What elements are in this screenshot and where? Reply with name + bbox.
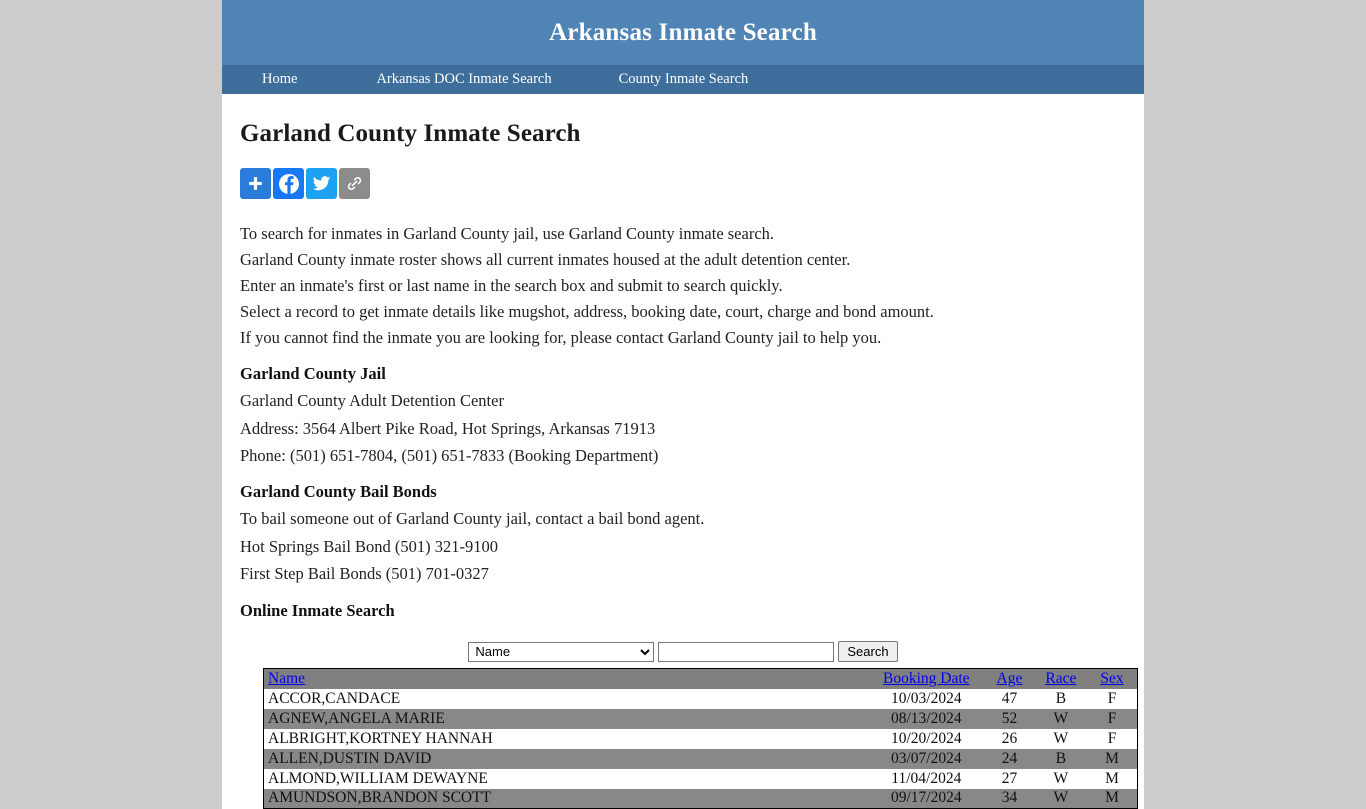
intro-paragraphs: To search for inmates in Garland County … <box>240 221 1126 351</box>
column-header-name[interactable]: Name <box>263 668 869 689</box>
share-addthis-button[interactable] <box>240 168 271 199</box>
cell-sex: M <box>1087 768 1138 789</box>
table-row[interactable]: AMUNDSON,BRANDON SCOTT 09/17/2024 34 W M <box>263 788 1138 809</box>
table-row[interactable]: AGNEW,ANGELA MARIE 08/13/2024 52 W F <box>263 708 1138 729</box>
main-navigation: Home Arkansas DOC Inmate Search County I… <box>222 65 1144 94</box>
jail-phone: Phone: (501) 651-7804, (501) 651-7833 (B… <box>240 446 659 465</box>
online-search-section: Online Inmate Search Name Search <box>240 598 1126 662</box>
share-twitter-button[interactable] <box>306 168 337 199</box>
search-type-select[interactable]: Name <box>468 641 655 662</box>
roster-table-wrapper: Name Booking Date Age Race Sex ACCOR,CAN… <box>240 668 1138 809</box>
intro-line-4: Select a record to get inmate details li… <box>240 302 934 321</box>
bail-intro: To bail someone out of Garland County ja… <box>240 509 705 528</box>
sort-link-sex[interactable]: Sex <box>1100 670 1123 687</box>
nav-item-home[interactable]: Home <box>262 65 297 94</box>
cell-race: W <box>1034 728 1088 749</box>
inmate-roster-table: Name Booking Date Age Race Sex ACCOR,CAN… <box>263 668 1138 809</box>
share-copy-link-button[interactable] <box>339 168 370 199</box>
jail-info-section: Garland County Jail Garland County Adult… <box>240 361 1126 469</box>
intro-line-5: If you cannot find the inmate you are lo… <box>240 328 882 347</box>
bail-bonds-section: Garland County Bail Bonds To bail someon… <box>240 479 1126 587</box>
table-row[interactable]: ACCOR,CANDACE 10/03/2024 47 B F <box>263 688 1138 709</box>
cell-name[interactable]: ALMOND,WILLIAM DEWAYNE <box>263 768 869 789</box>
cell-race: W <box>1034 788 1088 809</box>
page-container: Arkansas Inmate Search Home Arkansas DOC… <box>222 0 1144 809</box>
nav-item-county-inmate-search[interactable]: County Inmate Search <box>619 65 749 94</box>
cell-name[interactable]: ALLEN,DUSTIN DAVID <box>263 748 869 769</box>
share-facebook-button[interactable] <box>273 168 304 199</box>
intro-line-2: Garland County inmate roster shows all c… <box>240 250 851 269</box>
sort-link-booking-date[interactable]: Booking Date <box>883 670 970 687</box>
inmate-search-form: Name Search <box>240 641 1126 662</box>
cell-age: 24 <box>984 748 1035 769</box>
sort-link-age[interactable]: Age <box>997 670 1023 687</box>
cell-sex: F <box>1087 728 1138 749</box>
cell-sex: M <box>1087 748 1138 769</box>
cell-age: 27 <box>984 768 1035 789</box>
cell-age: 26 <box>984 728 1035 749</box>
page-title: Garland County Inmate Search <box>240 120 581 147</box>
sort-link-name[interactable]: Name <box>268 670 305 687</box>
column-header-booking-date[interactable]: Booking Date <box>868 668 985 689</box>
cell-booking-date: 10/20/2024 <box>868 728 985 749</box>
column-header-sex[interactable]: Sex <box>1087 668 1138 689</box>
cell-name[interactable]: AGNEW,ANGELA MARIE <box>263 708 869 729</box>
sort-link-race[interactable]: Race <box>1045 670 1076 687</box>
cell-race: W <box>1034 708 1088 729</box>
nav-item-arkansas-doc-inmate-search[interactable]: Arkansas DOC Inmate Search <box>376 65 551 94</box>
site-title: Arkansas Inmate Search <box>549 18 817 46</box>
cell-race: W <box>1034 768 1088 789</box>
cell-name[interactable]: ACCOR,CANDACE <box>263 688 869 709</box>
jail-facility: Garland County Adult Detention Center <box>240 391 504 410</box>
online-search-heading: Online Inmate Search <box>240 600 395 620</box>
bail-agent-1: Hot Springs Bail Bond (501) 321-9100 <box>240 536 499 556</box>
cell-age: 52 <box>984 708 1035 729</box>
link-chain-icon <box>347 177 362 190</box>
search-input[interactable] <box>658 641 835 662</box>
search-button[interactable]: Search <box>838 641 898 662</box>
plus-icon <box>249 177 262 190</box>
table-row[interactable]: ALBRIGHT,KORTNEY HANNAH 10/20/2024 26 W … <box>263 728 1138 749</box>
cell-race: B <box>1034 688 1088 709</box>
column-header-race[interactable]: Race <box>1034 668 1088 689</box>
main-content: Garland County Inmate Search To search f… <box>222 120 1144 809</box>
cell-booking-date: 09/17/2024 <box>868 788 985 809</box>
cell-sex: F <box>1087 688 1138 709</box>
cell-sex: M <box>1087 788 1138 809</box>
cell-age: 34 <box>984 788 1035 809</box>
cell-booking-date: 10/03/2024 <box>868 688 985 709</box>
cell-name[interactable]: ALBRIGHT,KORTNEY HANNAH <box>263 728 869 749</box>
intro-line-1: To search for inmates in Garland County … <box>240 224 775 243</box>
table-row[interactable]: ALMOND,WILLIAM DEWAYNE 11/04/2024 27 W M <box>263 768 1138 789</box>
cell-sex: F <box>1087 708 1138 729</box>
cell-name[interactable]: AMUNDSON,BRANDON SCOTT <box>263 788 869 809</box>
facebook-icon <box>278 173 299 194</box>
cell-booking-date: 11/04/2024 <box>868 768 985 789</box>
share-bar <box>240 168 1126 199</box>
jail-heading: Garland County Jail <box>240 363 386 383</box>
jail-address: Address: 3564 Albert Pike Road, Hot Spri… <box>240 418 656 438</box>
table-header-row: Name Booking Date Age Race Sex <box>263 668 1138 689</box>
cell-race: B <box>1034 748 1088 769</box>
site-banner: Arkansas Inmate Search <box>222 0 1144 65</box>
intro-line-3: Enter an inmate's first or last name in … <box>240 276 783 295</box>
bail-heading: Garland County Bail Bonds <box>240 481 437 501</box>
column-header-age[interactable]: Age <box>984 668 1035 689</box>
bail-agent-2: First Step Bail Bonds (501) 701-0327 <box>240 564 489 583</box>
cell-age: 47 <box>984 688 1035 709</box>
cell-booking-date: 08/13/2024 <box>868 708 985 729</box>
table-row[interactable]: ALLEN,DUSTIN DAVID 03/07/2024 24 B M <box>263 748 1138 769</box>
cell-booking-date: 03/07/2024 <box>868 748 985 769</box>
twitter-bird-icon <box>312 176 331 191</box>
